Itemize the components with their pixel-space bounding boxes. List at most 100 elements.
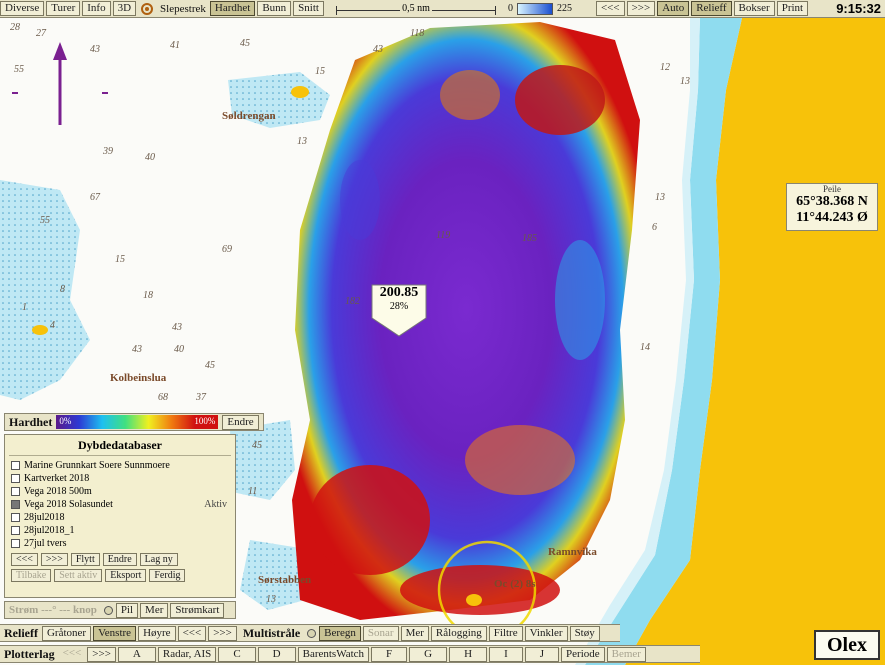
database-item[interactable]: 28jul2018 bbox=[5, 511, 235, 524]
database-item[interactable]: 28jul2018_1 bbox=[5, 524, 235, 537]
db-sett-aktiv-button[interactable]: Sett aktiv bbox=[54, 569, 103, 582]
relief-prev-button[interactable]: <<< bbox=[177, 625, 207, 641]
layer-next-button[interactable]: >>> bbox=[87, 646, 116, 662]
vinkler-button[interactable]: Vinkler bbox=[524, 625, 568, 641]
light-characteristic: Oc (2) 8s bbox=[494, 578, 536, 590]
print-button[interactable]: Print bbox=[776, 1, 809, 16]
pil-button[interactable]: Pil bbox=[115, 602, 139, 618]
relief-next-button[interactable]: >>> bbox=[208, 625, 237, 641]
layer-j-button[interactable]: J bbox=[524, 646, 560, 662]
ralogging-button[interactable]: Rålogging bbox=[430, 625, 487, 641]
checkbox[interactable] bbox=[11, 461, 20, 470]
current-radio[interactable] bbox=[103, 605, 113, 615]
layer-c-button[interactable]: C bbox=[218, 646, 256, 662]
db-flytt-button[interactable]: Flytt bbox=[70, 553, 100, 566]
slepestrek-label[interactable]: Slepestrek bbox=[156, 3, 210, 15]
depth-label: 27 bbox=[36, 28, 46, 39]
depth-label: 43 bbox=[90, 44, 100, 55]
bemerkning-button[interactable]: Bemer bbox=[606, 646, 646, 662]
hardhet-edit-button[interactable]: Endre bbox=[222, 414, 259, 430]
db-ferdig-button[interactable]: Ferdig bbox=[149, 569, 186, 582]
periode-button[interactable]: Periode bbox=[561, 646, 605, 662]
hardhet-button[interactable]: Hardhet bbox=[209, 1, 256, 16]
layer-barentswatch-button[interactable]: BarentsWatch bbox=[297, 646, 370, 662]
prev-button[interactable]: <<< bbox=[595, 1, 625, 16]
layer-a-button[interactable]: A bbox=[117, 646, 156, 662]
db-endre-button[interactable]: Endre bbox=[102, 553, 137, 566]
db-eksport-button[interactable]: Eksport bbox=[105, 569, 147, 582]
slepestrek-icon[interactable] bbox=[141, 2, 154, 15]
place-name: Søldrengan bbox=[222, 110, 276, 122]
db-prev-button[interactable]: <<< bbox=[11, 553, 38, 566]
depth-label: 6 bbox=[652, 222, 657, 233]
stoy-button[interactable]: Støy bbox=[569, 625, 600, 641]
checkbox[interactable] bbox=[11, 487, 20, 496]
readout-percent: 28% bbox=[389, 301, 409, 312]
panel-title: Dybdedatabaser bbox=[9, 435, 231, 456]
bokser-button[interactable]: Bokser bbox=[733, 1, 775, 16]
database-label: Marine Grunnkart Soere Sunnmoere bbox=[24, 460, 170, 471]
database-item[interactable]: Marine Grunnkart Soere Sunnmoere bbox=[5, 459, 235, 472]
3d-button[interactable]: 3D bbox=[112, 1, 137, 16]
depth-label: 14 bbox=[640, 342, 650, 353]
db-lag-ny-button[interactable]: Lag ny bbox=[139, 553, 178, 566]
database-item[interactable]: Vega 2018 500m bbox=[5, 485, 235, 498]
depth-label: 15 bbox=[115, 254, 125, 265]
depth-label: 13 bbox=[655, 192, 665, 203]
relieff-toggle-button[interactable]: Relieff bbox=[691, 1, 732, 16]
database-label: 28jul2018_1 bbox=[24, 525, 75, 536]
database-item[interactable]: Vega 2018 Solasundet Aktiv bbox=[5, 498, 235, 511]
layer-f-button[interactable]: F bbox=[371, 646, 408, 662]
depth-label: 13 bbox=[297, 136, 307, 147]
layer-i-button[interactable]: I bbox=[489, 646, 523, 662]
stromkart-button[interactable]: Strømkart bbox=[170, 602, 225, 618]
checkbox[interactable] bbox=[11, 513, 20, 522]
multibeam-radio[interactable] bbox=[307, 628, 317, 638]
depth-label: 43 bbox=[132, 344, 142, 355]
hoyre-button[interactable]: Høyre bbox=[138, 625, 176, 641]
hardhet-label: Hardhet bbox=[9, 414, 53, 429]
depth-label: 40 bbox=[174, 344, 184, 355]
depth-label: 55 bbox=[14, 64, 24, 75]
checkbox[interactable] bbox=[11, 500, 20, 509]
info-button[interactable]: Info bbox=[82, 1, 111, 16]
database-item[interactable]: Kartverket 2018 bbox=[5, 472, 235, 485]
venstre-button[interactable]: Venstre bbox=[93, 625, 137, 641]
diverse-button[interactable]: Diverse bbox=[0, 1, 45, 16]
mer-button[interactable]: Mer bbox=[140, 602, 169, 618]
sonar-button[interactable]: Sonar bbox=[362, 625, 399, 641]
snitt-button[interactable]: Snitt bbox=[293, 1, 324, 16]
multi-mer-button[interactable]: Mer bbox=[400, 625, 429, 641]
depth-readout: 200.85 28% bbox=[372, 285, 426, 335]
depth-database-panel: Dybdedatabaser Marine Grunnkart Soere Su… bbox=[4, 434, 236, 598]
db-next-button[interactable]: >>> bbox=[40, 553, 68, 566]
db-tilbake-button[interactable]: Tilbake bbox=[11, 569, 52, 582]
clock: 9:15:32 bbox=[836, 1, 881, 16]
beregn-button[interactable]: Beregn bbox=[319, 625, 361, 641]
layer-h-button[interactable]: H bbox=[449, 646, 488, 662]
layer-g-button[interactable]: G bbox=[409, 646, 448, 662]
layer-d-button[interactable]: D bbox=[257, 646, 296, 662]
layer-radar-ais-button[interactable]: Radar, AIS bbox=[157, 646, 217, 662]
turer-button[interactable]: Turer bbox=[46, 1, 81, 16]
depth-colour-scale[interactable] bbox=[516, 2, 553, 15]
depth-scale-max: 225 bbox=[556, 3, 572, 14]
checkbox[interactable] bbox=[11, 539, 20, 548]
place-name: Sørstabben bbox=[258, 574, 312, 586]
layer-prev-button[interactable]: <<< bbox=[59, 647, 86, 662]
coordinate-box[interactable]: Peile 65°38.368 N 11°44.243 Ø bbox=[786, 183, 878, 231]
auto-button[interactable]: Auto bbox=[657, 1, 690, 16]
checkbox[interactable] bbox=[11, 526, 20, 535]
gratoner-button[interactable]: Gråtoner bbox=[41, 625, 92, 641]
relief-label: Relieff bbox=[4, 625, 38, 640]
database-label: Kartverket 2018 bbox=[24, 473, 90, 484]
olex-logo[interactable]: Olex bbox=[814, 630, 880, 660]
depth-label: 45 bbox=[205, 360, 215, 371]
checkbox[interactable] bbox=[11, 474, 20, 483]
readout-depth: 200.85 bbox=[379, 285, 419, 300]
current-label: Strøm ---° --- knop bbox=[9, 604, 97, 616]
database-item[interactable]: 27jul tvers bbox=[5, 537, 235, 550]
next-button[interactable]: >>> bbox=[626, 1, 656, 16]
bunn-button[interactable]: Bunn bbox=[257, 1, 292, 16]
filtre-button[interactable]: Filtre bbox=[488, 625, 523, 641]
